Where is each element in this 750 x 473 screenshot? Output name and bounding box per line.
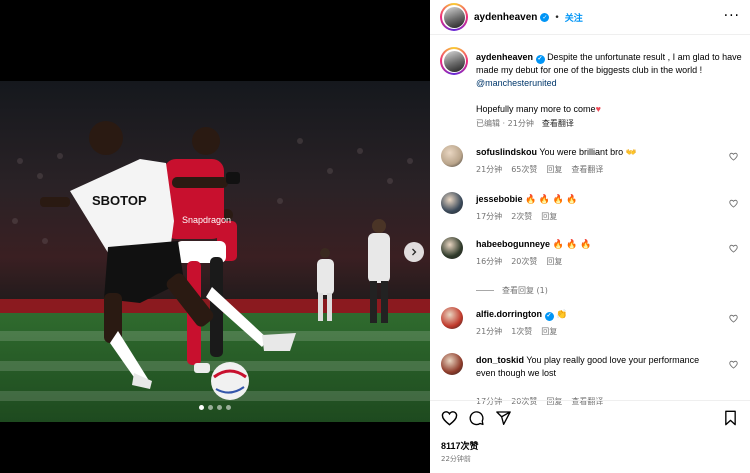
view-replies-label: 查看回复 (1)	[502, 286, 548, 295]
commenter-username[interactable]: sofuslindskou	[476, 147, 537, 157]
bookmark-icon[interactable]	[723, 410, 738, 426]
post-header: aydenheaven ✓ • 关注 ···	[430, 0, 750, 34]
post-actions: 8117次赞 22分钟前	[430, 400, 750, 473]
reply-button[interactable]: 回复	[546, 256, 562, 267]
comment-item: alfie.dorrington ✓ 👏 21分钟 1次赞 回复	[430, 305, 750, 345]
commenter-avatar[interactable]	[441, 237, 463, 259]
heart-icon[interactable]	[729, 314, 738, 323]
follow-separator: •	[554, 12, 560, 23]
commenter-username[interactable]: don_toskid	[476, 355, 524, 365]
comment-time: 16分钟	[476, 257, 503, 266]
post-media[interactable]: Snapdragon SBOTOP	[0, 0, 430, 473]
heart-icon[interactable]	[729, 152, 738, 161]
author-avatar[interactable]	[440, 3, 468, 31]
comment-time: 21分钟	[476, 327, 503, 336]
commenter-username[interactable]: alfie.dorrington	[476, 309, 542, 319]
more-options-icon[interactable]: ···	[724, 8, 740, 24]
commenter-avatar[interactable]	[441, 307, 463, 329]
view-replies-button[interactable]: 查看回复 (1)	[476, 285, 548, 296]
comment-text: You were brilliant bro	[539, 147, 624, 157]
svg-text:SBOTOP: SBOTOP	[92, 193, 147, 208]
comment-likes[interactable]: 65次赞	[511, 164, 537, 175]
reply-button[interactable]: 回复	[546, 164, 562, 175]
comment-likes[interactable]: 20次赞	[511, 256, 537, 267]
carousel-next-button[interactable]	[404, 242, 424, 262]
verified-badge-icon: ✓	[544, 312, 554, 321]
carousel-dot[interactable]	[199, 405, 204, 410]
verified-badge-icon: ✓	[540, 13, 550, 22]
reply-button[interactable]: 回复	[541, 211, 557, 222]
post-sidebar: aydenheaven ✓ • 关注 ··· aydenheaven ✓ Des…	[430, 0, 750, 473]
heart-icon[interactable]	[441, 410, 458, 426]
replies-divider	[476, 290, 494, 291]
commenter-avatar[interactable]	[441, 192, 463, 214]
comment-emoji: 👏	[556, 309, 568, 319]
comment-item: jessebobie 🔥 🔥 🔥 🔥 17分钟 2次赞 回复	[430, 190, 750, 230]
comment-emoji: 🔥 🔥 🔥 🔥	[525, 194, 578, 204]
carousel-dot[interactable]	[226, 405, 231, 410]
follow-button[interactable]: 关注	[565, 11, 583, 24]
comment-time: 17分钟	[476, 212, 503, 221]
comment-likes[interactable]: 1次赞	[511, 326, 532, 337]
author-username[interactable]: aydenheaven	[474, 12, 537, 23]
heart-emoji-icon: ♥	[595, 104, 601, 114]
see-translation-link[interactable]: 查看翻译	[571, 164, 603, 175]
share-icon[interactable]	[495, 410, 512, 426]
commenter-avatar[interactable]	[441, 145, 463, 167]
comment-emoji: 🔥 🔥 🔥	[552, 239, 592, 249]
heart-icon[interactable]	[729, 244, 738, 253]
caption-author-username[interactable]: aydenheaven	[476, 52, 533, 62]
edited-label: 已编辑 · 21分钟	[476, 119, 534, 128]
commenter-avatar[interactable]	[441, 353, 463, 375]
caption-second-line: Hopefully many more to come	[476, 104, 596, 114]
comment-time: 21分钟	[476, 165, 503, 174]
heart-icon[interactable]	[729, 199, 738, 208]
comment-likes[interactable]: 2次赞	[511, 211, 532, 222]
see-translation-link[interactable]: 查看翻译	[542, 118, 574, 129]
chevron-right-icon	[412, 248, 417, 256]
verified-badge-icon: ✓	[535, 55, 545, 64]
carousel-indicator	[0, 405, 430, 410]
comment-emoji: 👐	[625, 147, 637, 157]
comment-icon[interactable]	[468, 410, 485, 426]
caption-author-avatar[interactable]	[440, 47, 468, 75]
comments-section[interactable]: aydenheaven ✓ Despite the unfortunate re…	[430, 34, 750, 406]
carousel-dot[interactable]	[217, 405, 222, 410]
carousel-dot[interactable]	[208, 405, 213, 410]
comment-item: sofuslindskou You were brilliant bro 👐 21…	[430, 143, 750, 183]
heart-icon[interactable]	[729, 360, 738, 369]
post-timestamp: 22分钟前	[441, 455, 471, 463]
comment-item: habeebogunneye 🔥 🔥 🔥 16分钟 20次赞 回复	[430, 235, 750, 275]
svg-text:Snapdragon: Snapdragon	[182, 215, 231, 225]
comment-item: don_toskid You play really good love you…	[430, 351, 750, 406]
caption-mention-link[interactable]: @manchesterunited	[476, 78, 557, 88]
post-photo: Snapdragon SBOTOP	[0, 81, 430, 422]
commenter-username[interactable]: habeebogunneye	[476, 239, 550, 249]
reply-button[interactable]: 回复	[541, 326, 557, 337]
likes-count[interactable]: 8117次赞	[441, 439, 479, 452]
commenter-username[interactable]: jessebobie	[476, 194, 523, 204]
